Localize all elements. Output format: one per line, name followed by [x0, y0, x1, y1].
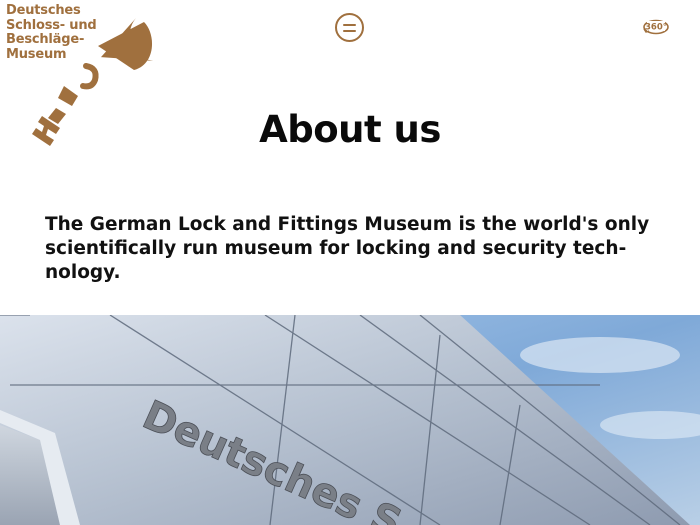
- logo-line: Schloss- und: [6, 17, 97, 33]
- 360-tour-button[interactable]: 360°: [641, 15, 671, 37]
- intro-paragraph: The German Lock and Fittings Museum is t…: [45, 214, 650, 283]
- logo-wordmark: Deutsches Schloss- und Beschläge- Museum: [6, 3, 97, 62]
- 360-view-icon: 360°: [643, 19, 669, 35]
- page-title: About us: [259, 108, 441, 151]
- museum-facade-photo: Deutsches S: [0, 315, 700, 525]
- logo-line: Museum: [6, 46, 67, 62]
- hamburger-menu-icon: [343, 23, 356, 26]
- logo-line: Beschläge-: [6, 32, 85, 47]
- logo-line: Deutsches: [6, 3, 81, 18]
- hamburger-menu-icon-bar: [343, 29, 356, 32]
- menu-button[interactable]: [335, 13, 364, 42]
